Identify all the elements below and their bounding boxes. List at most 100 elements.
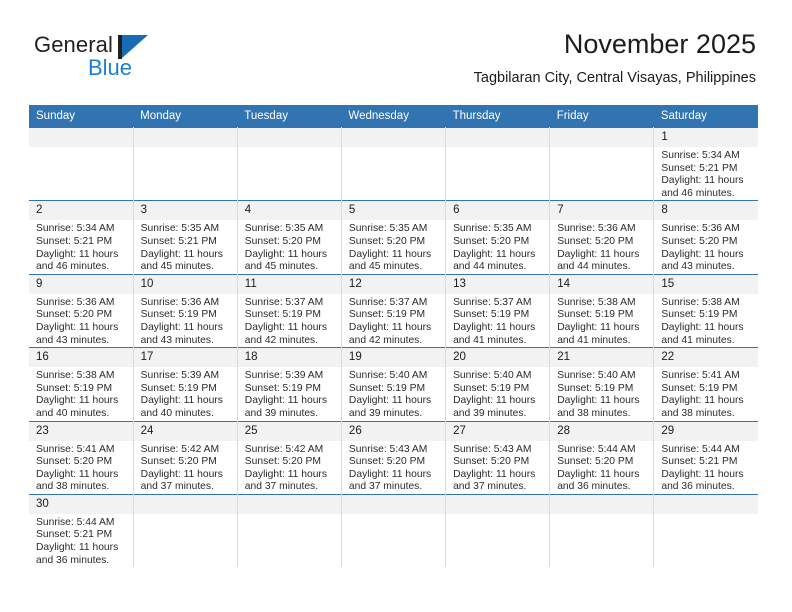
day-details: Sunrise: 5:38 AM Sunset: 5:19 PM Daylight:… — [29, 367, 133, 420]
weekday-header-monday: Monday — [133, 105, 238, 128]
calendar-cell-day[interactable]: 20 Sunrise: 5:40 AM Sunset: 5:19 PM Dayligh… — [445, 347, 551, 421]
daylight-duration-line1: Daylight: 11 hours — [244, 321, 328, 333]
location-subtitle: Tagbilaran City, Central Visayas, Philip… — [473, 70, 756, 86]
sunrise-time: Sunrise: 5:36 AM — [140, 296, 220, 308]
day-number: 4 — [237, 201, 341, 221]
daylight-duration-line1: Daylight: 11 hours — [557, 395, 640, 407]
calendar-cell-day[interactable]: 17 Sunrise: 5:39 AM Sunset: 5:19 PM Dayligh… — [133, 347, 238, 421]
day-number: 17 — [133, 348, 237, 368]
day-number: 25 — [237, 421, 341, 441]
calendar-cell-day[interactable]: 5 Sunrise: 5:35 AM Sunset: 5:20 PM Daylight… — [341, 200, 447, 275]
day-details: Sunrise: 5:36 AM Sunset: 5:20 PM Daylight:… — [29, 294, 133, 347]
calendar-cell-day[interactable]: 19 Sunrise: 5:40 AM Sunset: 5:19 PM Dayligh… — [341, 347, 447, 421]
calendar-cell-day[interactable]: 8 Sunrise: 5:36 AM Sunset: 5:20 PM Daylight… — [653, 200, 758, 275]
calendar-table: Sunday Monday Tuesday Wednesday Thursday… — [29, 105, 758, 568]
calendar-cell-day[interactable]: 29 Sunrise: 5:44 AM Sunset: 5:21 PM Dayligh… — [653, 420, 758, 495]
daylight-duration-line1: Daylight: 11 hours — [661, 175, 744, 187]
daylight-duration-line1: Daylight: 11 hours — [140, 248, 223, 260]
day-details: Sunrise: 5:36 AM Sunset: 5:19 PM Daylight:… — [134, 294, 237, 347]
daylight-duration-line2: and 46 minutes. — [661, 187, 735, 199]
daylight-duration-line2: and 43 minutes. — [36, 334, 110, 346]
sunrise-time: Sunrise: 5:40 AM — [348, 370, 428, 382]
daylight-duration-line2: and 39 minutes. — [244, 407, 319, 419]
daylight-duration-line2: and 36 minutes. — [557, 481, 631, 493]
calendar-cell-day[interactable]: 30 Sunrise: 5:44 AM Sunset: 5:21 PM Dayligh… — [29, 493, 134, 568]
calendar-cell-day[interactable]: 26 Sunrise: 5:43 AM Sunset: 5:20 PM Dayligh… — [341, 420, 447, 495]
calendar-cell-day[interactable]: 27 Sunrise: 5:43 AM Sunset: 5:20 PM Dayligh… — [445, 420, 551, 495]
calendar-header-row: Sunday Monday Tuesday Wednesday Thursday… — [29, 105, 758, 128]
calendar-cell-day[interactable]: 11 Sunrise: 5:37 AM Sunset: 5:19 PM Dayligh… — [237, 273, 342, 348]
calendar-cell-day[interactable]: 4 Sunrise: 5:35 AM Sunset: 5:20 PM Daylight… — [237, 200, 342, 275]
calendar-cell-day[interactable]: 14 Sunrise: 5:38 AM Sunset: 5:19 PM Dayligh… — [549, 273, 655, 348]
daylight-duration-line2: and 44 minutes. — [557, 261, 631, 273]
day-number: 13 — [446, 274, 550, 294]
day-details: Sunrise: 5:38 AM Sunset: 5:19 PM Daylight:… — [654, 294, 758, 347]
sunset-time: Sunset: 5:19 PM — [244, 382, 321, 394]
sunrise-time: Sunrise: 5:34 AM — [36, 223, 115, 235]
sunset-time: Sunset: 5:19 PM — [244, 309, 321, 321]
calendar-cell-day[interactable]: 22 Sunrise: 5:41 AM Sunset: 5:19 PM Dayligh… — [653, 347, 758, 421]
calendar-cell-day[interactable]: 15 Sunrise: 5:38 AM Sunset: 5:19 PM Dayligh… — [653, 273, 758, 348]
day-number: 29 — [654, 421, 758, 441]
calendar-cell-day[interactable]: 18 Sunrise: 5:39 AM Sunset: 5:19 PM Dayligh… — [237, 347, 342, 421]
daylight-duration-line1: Daylight: 11 hours — [661, 468, 744, 480]
sunset-time: Sunset: 5:20 PM — [557, 456, 634, 468]
sunset-time: Sunset: 5:21 PM — [36, 529, 113, 541]
calendar-cell-day[interactable]: 13 Sunrise: 5:37 AM Sunset: 5:19 PM Dayligh… — [445, 273, 551, 348]
day-number — [29, 128, 133, 147]
sunrise-time: Sunrise: 5:37 AM — [348, 296, 428, 308]
sunset-time: Sunset: 5:20 PM — [348, 456, 426, 468]
calendar-cell-day[interactable]: 6 Sunrise: 5:35 AM Sunset: 5:20 PM Daylight… — [445, 200, 551, 275]
calendar-cell-day[interactable]: 3 Sunrise: 5:35 AM Sunset: 5:21 PM Daylight… — [133, 200, 238, 275]
calendar-week-row: 16 Sunrise: 5:38 AM Sunset: 5:19 PM Dayligh… — [29, 347, 758, 421]
day-number: 10 — [133, 274, 237, 294]
calendar-cell-day[interactable]: 12 Sunrise: 5:37 AM Sunset: 5:19 PM Dayligh… — [341, 273, 447, 348]
calendar-cell-day[interactable]: 1 Sunrise: 5:34 AM Sunset: 5:21 PM Daylight… — [653, 126, 758, 201]
title-block: November 2025 Tagbilaran City, Central V… — [474, 28, 756, 88]
calendar-cell-day[interactable]: 7 Sunrise: 5:36 AM Sunset: 5:20 PM Daylight… — [549, 200, 655, 275]
day-details: Sunrise: 5:35 AM Sunset: 5:21 PM Daylight:… — [134, 220, 237, 273]
calendar-cell-day[interactable]: 23 Sunrise: 5:41 AM Sunset: 5:20 PM Dayligh… — [29, 420, 134, 495]
day-number: 24 — [133, 421, 237, 441]
day-details: Sunrise: 5:41 AM Sunset: 5:19 PM Daylight:… — [654, 367, 758, 420]
general-blue-logo[interactable]: General Blue — [34, 34, 214, 86]
sunset-time: Sunset: 5:19 PM — [348, 382, 426, 394]
day-details: Sunrise: 5:40 AM Sunset: 5:19 PM Daylight:… — [550, 367, 653, 420]
logo-text-blue: Blue — [88, 55, 133, 80]
calendar-cell-day[interactable]: 25 Sunrise: 5:42 AM Sunset: 5:20 PM Dayligh… — [237, 420, 342, 495]
daylight-duration-line1: Daylight: 11 hours — [36, 395, 119, 407]
weekday-header-thursday: Thursday — [445, 105, 550, 128]
calendar-cell-empty — [653, 493, 758, 568]
daylight-duration-line2: and 38 minutes. — [661, 407, 735, 419]
logo-text-general: General — [34, 32, 113, 57]
sunrise-time: Sunrise: 5:39 AM — [140, 370, 220, 382]
day-details: Sunrise: 5:35 AM Sunset: 5:20 PM Daylight:… — [446, 220, 549, 273]
day-number — [550, 128, 654, 147]
day-number: 30 — [29, 494, 133, 514]
sunset-time: Sunset: 5:20 PM — [36, 309, 113, 321]
weekday-header-friday: Friday — [549, 105, 654, 128]
day-number: 6 — [446, 201, 550, 221]
daylight-duration-line1: Daylight: 11 hours — [557, 468, 640, 480]
calendar-week-row: 30 Sunrise: 5:44 AM Sunset: 5:21 PM Dayligh… — [29, 493, 758, 568]
day-number: 18 — [237, 348, 341, 368]
day-number — [133, 494, 237, 514]
calendar-cell-day[interactable]: 9 Sunrise: 5:36 AM Sunset: 5:20 PM Daylight… — [29, 273, 134, 348]
calendar-cell-empty — [237, 493, 342, 568]
daylight-duration-line1: Daylight: 11 hours — [557, 248, 640, 260]
calendar-cell-day[interactable]: 2 Sunrise: 5:34 AM Sunset: 5:21 PM Daylight… — [29, 200, 134, 275]
day-number: 26 — [341, 421, 446, 441]
calendar-cell-day[interactable]: 28 Sunrise: 5:44 AM Sunset: 5:20 PM Dayligh… — [549, 420, 655, 495]
day-number: 9 — [29, 274, 133, 294]
daylight-duration-line1: Daylight: 11 hours — [244, 248, 328, 260]
sunrise-time: Sunrise: 5:44 AM — [661, 443, 740, 455]
calendar-cell-day[interactable]: 21 Sunrise: 5:40 AM Sunset: 5:19 PM Dayligh… — [549, 347, 655, 421]
calendar-cell-day[interactable]: 24 Sunrise: 5:42 AM Sunset: 5:20 PM Dayligh… — [133, 420, 238, 495]
day-details: Sunrise: 5:34 AM Sunset: 5:21 PM Daylight:… — [654, 147, 758, 200]
daylight-duration-line1: Daylight: 11 hours — [348, 395, 432, 407]
calendar-cell-day[interactable]: 10 Sunrise: 5:36 AM Sunset: 5:19 PM Dayligh… — [133, 273, 238, 348]
calendar-cell-day[interactable]: 16 Sunrise: 5:38 AM Sunset: 5:19 PM Dayligh… — [29, 347, 134, 421]
calendar-week-row: 23 Sunrise: 5:41 AM Sunset: 5:20 PM Dayligh… — [29, 420, 758, 495]
day-number: 11 — [237, 274, 341, 294]
daylight-duration-line1: Daylight: 11 hours — [140, 395, 223, 407]
